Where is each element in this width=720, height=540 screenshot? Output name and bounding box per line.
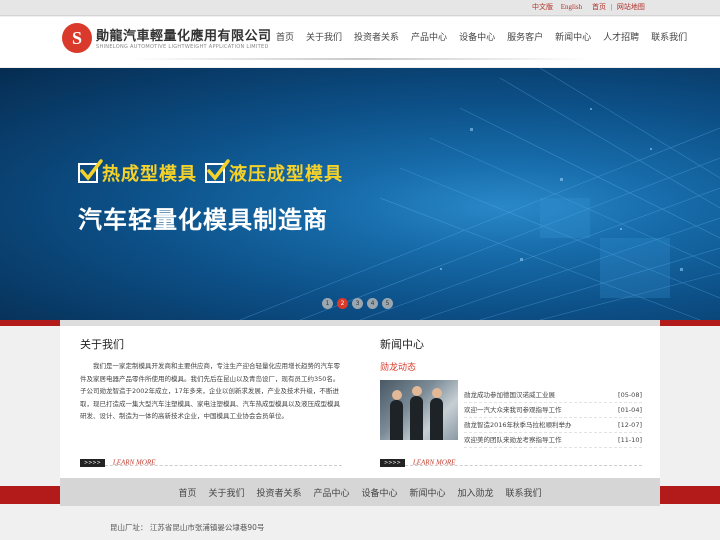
banner-feature-hydroforming: 液压成型模具: [229, 164, 343, 185]
news-subtitle: 勋龙动态: [380, 363, 417, 373]
lang-chinese-link[interactable]: 中文版: [532, 3, 553, 11]
about-title: 关于我们: [80, 338, 124, 351]
photo-person: [410, 396, 423, 440]
banner-tagline: 汽车轻量化模具制造商: [78, 206, 328, 234]
util-home-link[interactable]: 首页: [592, 3, 606, 11]
footer-nav: 首页 关于我们 投资者关系 产品中心 设备中心 新闻中心 加入勋龙 联系我们: [60, 478, 660, 506]
header-divider: [130, 58, 590, 60]
check-icon: [78, 159, 103, 183]
nav-news[interactable]: 新闻中心: [555, 30, 591, 46]
check-icon: [205, 159, 230, 183]
about-learn-more[interactable]: >>>> LEARN MORE: [80, 452, 342, 467]
news-item[interactable]: 勋龙智造2016年秋季马拉松顺利举办 [12-07]: [464, 418, 642, 433]
site-logo[interactable]: S 勛龍汽車輕量化應用有限公司 SHINELONG AUTOMOTIVE LIG…: [62, 23, 271, 59]
news-item-title[interactable]: 勋龙成功参加德国汉诺威工业展: [464, 388, 555, 402]
news-item-title[interactable]: 勋龙智造2016年秋季马拉松顺利举办: [464, 418, 572, 432]
nav-service[interactable]: 服务客户: [507, 30, 543, 46]
about-learn-more-link[interactable]: LEARN MORE: [113, 459, 156, 467]
about-section: 关于我们 我们是一家定制模具开发商和主要供应商，专注生产迎合轻量化应用增长趋势的…: [80, 336, 342, 423]
logo-company-name-en: SHINELONG AUTOMOTIVE LIGHTWEIGHT APPLICA…: [96, 44, 269, 50]
logo-mark-icon: S: [62, 23, 92, 53]
news-item[interactable]: 欢迎美的团队来勋龙考察指导工作 [11-10]: [464, 433, 642, 448]
footer-nav-about[interactable]: 关于我们: [208, 486, 244, 499]
language-switcher: 中文版 English: [532, 2, 588, 12]
news-item-date: [01-04]: [618, 406, 642, 414]
photo-person: [430, 398, 443, 440]
news-learn-more-link[interactable]: LEARN MORE: [413, 459, 456, 467]
news-item-title[interactable]: 欢迎一汽大众来我司参观指导工作: [464, 403, 562, 417]
util-separator: |: [610, 3, 613, 11]
news-title: 新闻中心: [380, 338, 424, 351]
slider-pagination: 1 2 3 4 5: [322, 298, 397, 309]
slider-dot[interactable]: 1: [322, 298, 333, 309]
nav-careers[interactable]: 人才招聘: [603, 30, 639, 46]
photo-person-head: [412, 386, 422, 396]
nav-contact[interactable]: 联系我们: [651, 30, 687, 46]
lang-english-link[interactable]: English: [561, 3, 582, 11]
news-section: 新闻中心 勋龙动态 勋龙成功参加德国汉诺威工业展 [05-08] 欢迎一汽大众来…: [380, 336, 642, 467]
footer-nav-join[interactable]: 加入勋龙: [458, 486, 494, 499]
news-learn-more[interactable]: >>>> LEARN MORE: [380, 452, 642, 467]
top-utility-bar: 中文版 English 首页 | 网站地图: [0, 0, 720, 16]
news-item[interactable]: 欢迎一汽大众来我司参观指导工作 [01-04]: [464, 403, 642, 418]
photo-person-head: [432, 388, 442, 398]
footer-nav-equipment[interactable]: 设备中心: [362, 486, 398, 499]
arrow-icon: >>>>: [380, 458, 405, 467]
footer-nav-contact[interactable]: 联系我们: [506, 486, 542, 499]
main-nav: 首页 关于我们 投资者关系 产品中心 设备中心 服务客户 新闻中心 人才招聘 联…: [276, 30, 687, 46]
hero-banner[interactable]: 热成型模具 液压成型模具 汽车轻量化模具制造商 1 2 3 4 5: [0, 68, 720, 320]
news-item-date: [11-10]: [618, 436, 642, 444]
slider-dot-active[interactable]: 2: [337, 298, 348, 309]
nav-investors[interactable]: 投资者关系: [354, 30, 399, 46]
slider-dot[interactable]: 4: [367, 298, 378, 309]
slider-dot[interactable]: 3: [352, 298, 363, 309]
photo-person: [390, 400, 403, 440]
footer-nav-home[interactable]: 首页: [178, 486, 196, 499]
site-header: S 勛龍汽車輕量化應用有限公司 SHINELONG AUTOMOTIVE LIG…: [0, 17, 720, 67]
news-item[interactable]: 勋龙成功参加德国汉诺威工业展 [05-08]: [464, 388, 642, 403]
about-description: 我们是一家定制模具开发商和主要供应商，专注生产迎合轻量化应用增长趋势的汽车零件及…: [80, 362, 340, 420]
footer-nav-investors[interactable]: 投资者关系: [256, 486, 301, 499]
utility-links: 首页 | 网站地图: [592, 2, 648, 12]
slider-dot[interactable]: 5: [382, 298, 393, 309]
banner-feature-hot-forming: 热成型模具: [102, 164, 197, 185]
main-content: 关于我们 我们是一家定制模具开发商和主要供应商，专注生产迎合轻量化应用增长趋势的…: [60, 326, 660, 486]
nav-about[interactable]: 关于我们: [306, 30, 342, 46]
logo-company-name: 勛龍汽車輕量化應用有限公司: [96, 29, 272, 44]
footer-nav-news[interactable]: 新闻中心: [410, 486, 446, 499]
footer-address: 昆山厂址： 江苏省昆山市张浦镇晏公埭巷90号: [110, 523, 265, 532]
nav-home[interactable]: 首页: [276, 30, 294, 46]
news-list: 勋龙成功参加德国汉诺威工业展 [05-08] 欢迎一汽大众来我司参观指导工作 […: [464, 388, 642, 448]
news-item-date: [12-07]: [618, 421, 642, 429]
news-item-title[interactable]: 欢迎美的团队来勋龙考察指导工作: [464, 433, 562, 447]
photo-person-head: [392, 390, 402, 400]
footer-nav-products[interactable]: 产品中心: [313, 486, 349, 499]
news-photo[interactable]: [380, 380, 458, 440]
banner-features: 热成型模具 液压成型模具: [78, 159, 351, 186]
news-item-date: [05-08]: [618, 391, 642, 399]
util-sitemap-link[interactable]: 网站地图: [617, 3, 645, 11]
nav-equipment[interactable]: 设备中心: [459, 30, 495, 46]
nav-products[interactable]: 产品中心: [411, 30, 447, 46]
banner-grid-graphic: [239, 68, 720, 320]
arrow-icon: >>>>: [80, 458, 105, 467]
